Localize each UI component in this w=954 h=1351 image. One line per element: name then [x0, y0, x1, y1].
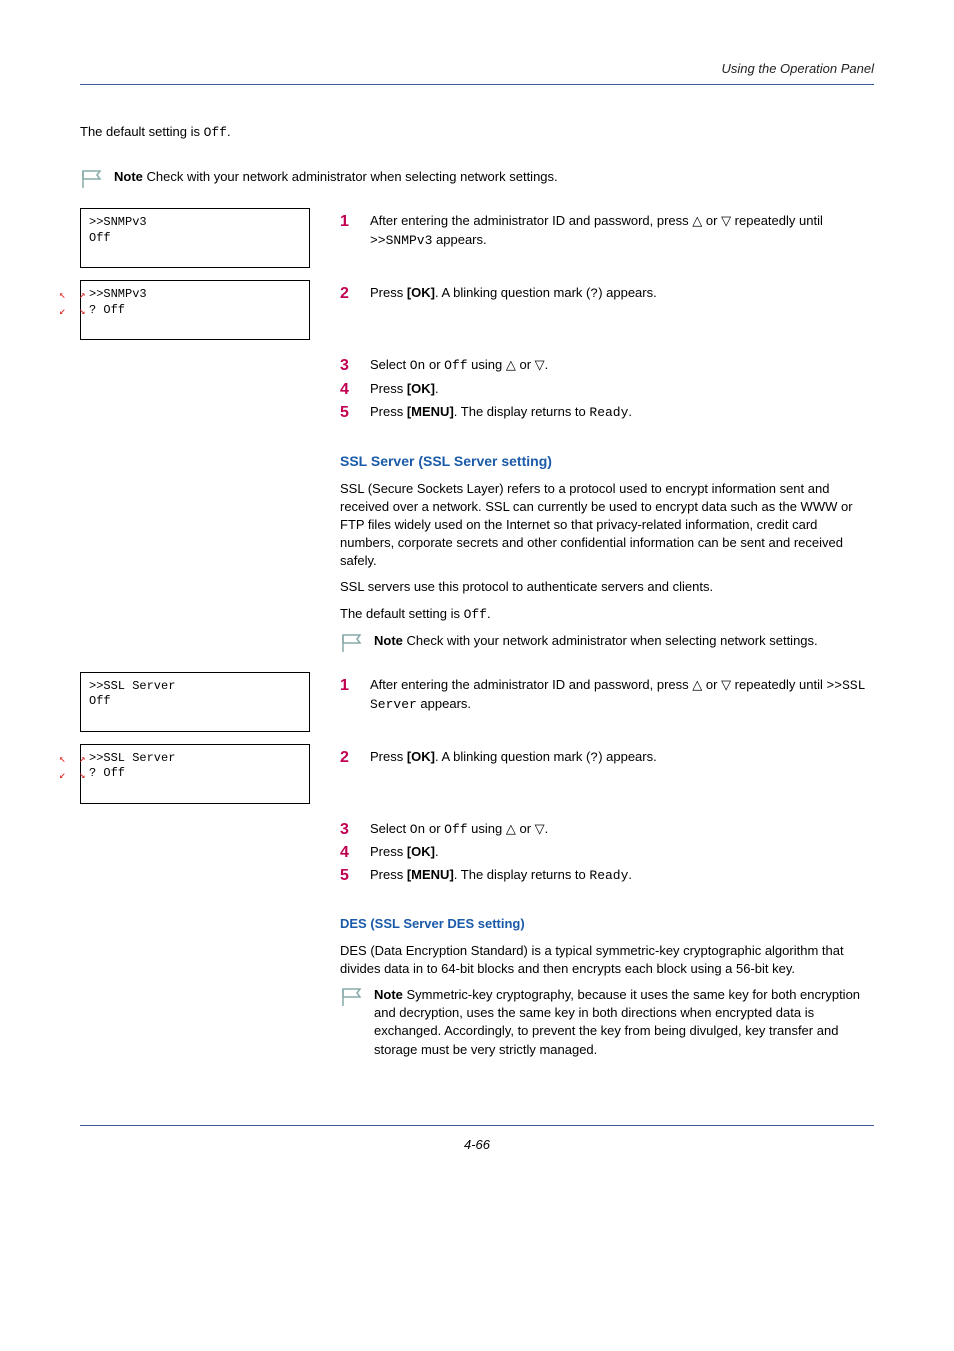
step-number: 4 [340, 843, 354, 862]
page-footer: 4-66 [80, 1125, 874, 1154]
note-icon [340, 632, 366, 654]
step2-row: >>SNMPv3 ? Off ↖ ↗ ↙ ↘ 2 Press [OK]. A b… [80, 280, 874, 340]
ssl-step2-row: >>SSL Server ? Off ↖ ↗ ↙ ↘ 2 Press [OK].… [80, 744, 874, 804]
triangle-down-icon: ▽ [721, 677, 731, 692]
ssl-para1: SSL (Secure Sockets Layer) refers to a p… [340, 480, 874, 571]
blink-indicator-icon: ↙ ↘ [59, 771, 85, 782]
lcd-snmpv3-q: >>SNMPv3 ? Off ↖ ↗ ↙ ↘ [80, 280, 310, 340]
note-symmetric: Note Symmetric-key cryptography, because… [340, 986, 874, 1059]
ok-key: [OK] [407, 285, 435, 300]
ssl-heading: SSL Server (SSL Server setting) [340, 452, 874, 472]
triangle-up-icon: △ [506, 357, 516, 372]
page-content: The default setting is Off. Note Check w… [80, 115, 874, 1065]
ok-key: [OK] [407, 844, 435, 859]
step-4-text: Press [OK]. [370, 380, 874, 399]
des-para: DES (Data Encryption Standard) is a typi… [340, 942, 874, 978]
note-label: Note [114, 169, 143, 184]
triangle-down-icon: ▽ [535, 357, 545, 372]
ok-key: [OK] [407, 381, 435, 396]
lcd-snmpv3: >>SNMPv3 Off [80, 208, 310, 268]
page-number: 4-66 [464, 1137, 490, 1152]
triangle-up-icon: △ [692, 213, 702, 228]
ok-key: [OK] [407, 749, 435, 764]
menu-key: [MENU] [407, 404, 454, 419]
note-label: Note [374, 987, 403, 1002]
ssl-default: The default setting is Off. [340, 605, 874, 624]
ssl-step-3-text: Select On or Off using △ or ▽. [370, 820, 874, 839]
ssl-para2: SSL servers use this protocol to authent… [340, 578, 874, 596]
step-number: 2 [340, 284, 354, 303]
note-text: Check with your network administrator wh… [407, 633, 818, 648]
triangle-up-icon: △ [692, 677, 702, 692]
blink-indicator-icon: ↖ ↗ [59, 291, 85, 302]
step-number: 2 [340, 748, 354, 767]
page-header: Using the Operation Panel [80, 60, 874, 85]
intro-default: The default setting is Off. [80, 123, 874, 142]
note-text: Symmetric-key cryptography, because it u… [374, 987, 860, 1057]
step-number: 3 [340, 356, 354, 375]
step-number: 5 [340, 403, 354, 422]
ssl-steps-3-5: 3 Select On or Off using △ or ▽. 4 Press… [340, 816, 874, 890]
step-2-text: Press [OK]. A blinking question mark (?)… [370, 284, 874, 303]
triangle-down-icon: ▽ [721, 213, 731, 228]
des-heading: DES (SSL Server DES setting) [340, 915, 874, 933]
ssl-step-1-text: After entering the administrator ID and … [370, 676, 874, 714]
step-3-text: Select On or Off using △ or ▽. [370, 356, 874, 375]
triangle-down-icon: ▽ [535, 821, 545, 836]
ssl-step-5-text: Press [MENU]. The display returns to Rea… [370, 866, 874, 885]
note-network-2: Note Check with your network administrat… [340, 632, 874, 654]
step-number: 1 [340, 212, 354, 249]
header-title: Using the Operation Panel [722, 61, 874, 76]
ssl-step1-row: >>SSL Server Off 1 After entering the ad… [80, 672, 874, 732]
note-label: Note [374, 633, 403, 648]
step1-row: >>SNMPv3 Off 1 After entering the admini… [80, 208, 874, 268]
triangle-up-icon: △ [506, 821, 516, 836]
step-number: 3 [340, 820, 354, 839]
ssl-step-2-text: Press [OK]. A blinking question mark (?)… [370, 748, 874, 767]
ssl-section: SSL Server (SSL Server setting) SSL (Sec… [340, 438, 874, 660]
steps-3-5: 3 Select On or Off using △ or ▽. 4 Press… [340, 352, 874, 426]
step-number: 4 [340, 380, 354, 399]
note-text: Check with your network administrator wh… [147, 169, 558, 184]
ssl-step-4-text: Press [OK]. [370, 843, 874, 862]
step-1-text: After entering the administrator ID and … [370, 212, 874, 249]
blink-indicator-icon: ↖ ↗ [59, 755, 85, 766]
des-section: DES (SSL Server DES setting) DES (Data E… [340, 901, 874, 1064]
step-number: 5 [340, 866, 354, 885]
note-icon [340, 986, 366, 1008]
note-network-1: Note Check with your network administrat… [80, 168, 874, 190]
lcd-ssl: >>SSL Server Off [80, 672, 310, 732]
step-number: 1 [340, 676, 354, 714]
note-icon [80, 168, 106, 190]
blink-indicator-icon: ↙ ↘ [59, 307, 85, 318]
step-5-text: Press [MENU]. The display returns to Rea… [370, 403, 874, 422]
lcd-ssl-q: >>SSL Server ? Off ↖ ↗ ↙ ↘ [80, 744, 310, 804]
menu-key: [MENU] [407, 867, 454, 882]
